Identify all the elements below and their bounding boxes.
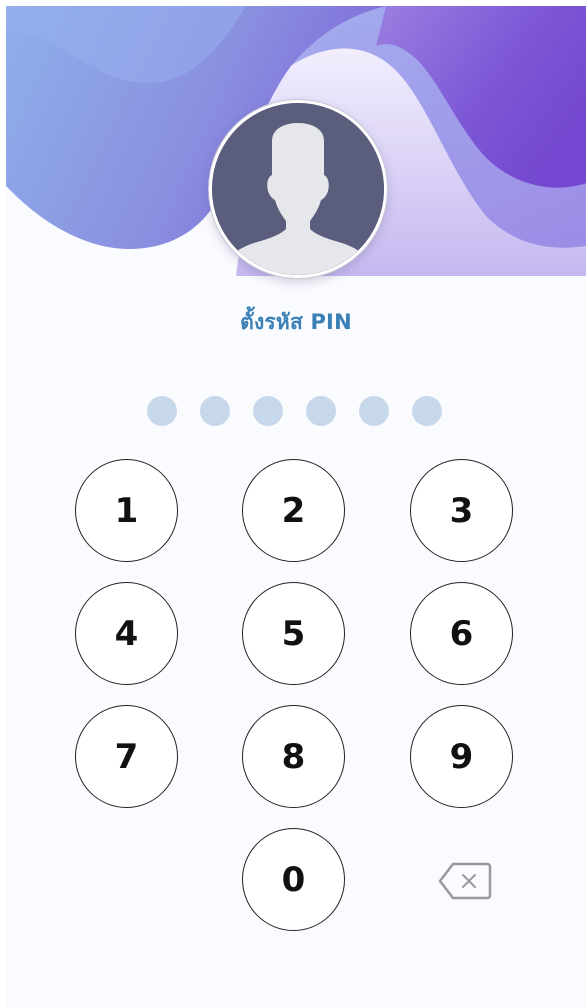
pin-indicator bbox=[147, 396, 442, 426]
key-7-button[interactable]: 7 bbox=[75, 705, 178, 808]
pin-dot bbox=[147, 396, 177, 426]
pin-dot bbox=[253, 396, 283, 426]
backspace-icon bbox=[438, 862, 492, 900]
key-8-button[interactable]: 8 bbox=[242, 705, 345, 808]
key-5-button[interactable]: 5 bbox=[242, 582, 345, 685]
avatar bbox=[209, 100, 387, 278]
key-6-button[interactable]: 6 bbox=[410, 582, 513, 685]
pin-dot bbox=[412, 396, 442, 426]
key-3-button[interactable]: 3 bbox=[410, 459, 513, 562]
page-title: ตั้งรหัส PIN bbox=[240, 310, 352, 334]
key-2-button[interactable]: 2 bbox=[242, 459, 345, 562]
key-1-button[interactable]: 1 bbox=[75, 459, 178, 562]
user-silhouette-icon bbox=[212, 103, 384, 275]
key-9-button[interactable]: 9 bbox=[410, 705, 513, 808]
pin-setup-screen: ตั้งรหัส PIN 1 2 3 4 5 6 7 8 9 0 bbox=[0, 0, 586, 1008]
key-4-button[interactable]: 4 bbox=[75, 582, 178, 685]
pin-dot bbox=[200, 396, 230, 426]
pin-dot bbox=[306, 396, 336, 426]
pin-dot bbox=[359, 396, 389, 426]
key-0-button[interactable]: 0 bbox=[242, 828, 345, 931]
backspace-button[interactable] bbox=[437, 861, 493, 901]
